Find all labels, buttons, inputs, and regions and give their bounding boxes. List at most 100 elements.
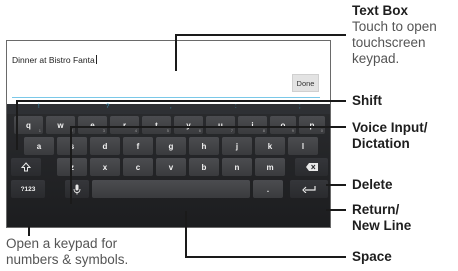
space-bar[interactable] [92, 180, 250, 198]
key-sub: 9 [291, 128, 294, 133]
microphone-icon [73, 184, 81, 194]
phone-screen: Dinner at Bistro Fanta Done ! ? , : ; q1… [6, 40, 331, 228]
text-box-value[interactable]: Dinner at Bistro Fanta [12, 55, 97, 65]
key-label: t [155, 120, 158, 130]
space-leader-horizontal [185, 256, 346, 258]
return-arrow-icon [302, 186, 316, 193]
text-box[interactable]: Dinner at Bistro Fanta Done [7, 41, 330, 104]
key-sub: 6 [198, 128, 201, 133]
key-j[interactable]: j [222, 137, 252, 155]
symbols-key-label: ?123 [20, 185, 36, 193]
key-label: i [251, 120, 254, 130]
callout-delete-label: Delete [352, 177, 393, 192]
key-d[interactable]: d [90, 137, 120, 155]
key-t[interactable]: t5 [142, 116, 171, 134]
key-h[interactable]: h [189, 137, 219, 155]
key-p[interactable]: p0 [299, 116, 325, 134]
symbols-key[interactable]: ?123 [11, 180, 45, 198]
key-f[interactable]: f [123, 137, 153, 155]
callout-return-line-1: Return/ [352, 202, 400, 217]
hint-comma[interactable]: , [170, 104, 172, 110]
key-label: e [90, 120, 95, 130]
callout-return: Return/ New Line [352, 202, 411, 234]
key-y[interactable]: y6 [174, 116, 203, 134]
key-sub: 4 [134, 128, 137, 133]
callout-text-box: Text Box Touch to open touchscreen keypa… [352, 3, 437, 67]
return-key[interactable] [290, 180, 328, 198]
key-v[interactable]: v [156, 158, 186, 176]
key-period[interactable]: . [253, 180, 283, 198]
return-leader [326, 209, 346, 211]
callout-text-box-desc-1: Touch to open [352, 19, 437, 34]
voice-leader-horizontal [70, 126, 346, 128]
textbox-leader-horizontal [175, 34, 346, 36]
symbols-leader [28, 226, 30, 236]
key-sub: 8 [262, 128, 265, 133]
key-g[interactable]: g [156, 137, 186, 155]
key-r[interactable]: r4 [110, 116, 139, 134]
key-i[interactable]: i8 [238, 116, 267, 134]
key-label: w [57, 120, 64, 130]
key-s[interactable]: s [57, 137, 87, 155]
callout-voice-line-2: Dictation [352, 136, 410, 151]
key-a[interactable]: a [24, 137, 54, 155]
text-caret [95, 55, 97, 64]
textbox-leader-vertical [175, 34, 177, 71]
space-leader-vertical [185, 211, 187, 257]
key-label: y [186, 120, 191, 130]
key-u[interactable]: u7 [206, 116, 235, 134]
hint-exclaim[interactable]: ! [38, 104, 40, 110]
callout-symbols-line-1: Open a keypad for [6, 236, 118, 251]
voice-input-key[interactable] [65, 180, 89, 198]
callout-text-box-desc-3: keypad. [352, 51, 400, 66]
keyboard-diagram: Dinner at Bistro Fanta Done ! ? , : ; q1… [0, 0, 458, 271]
callout-delete: Delete [352, 177, 393, 193]
key-sub: 1 [38, 128, 41, 133]
callout-text-box-title: Text Box [352, 3, 409, 18]
key-x[interactable]: x [90, 158, 120, 176]
backspace-icon [305, 163, 318, 171]
callout-symbols: Open a keypad for numbers & symbols. [6, 236, 128, 268]
callout-shift-label: Shift [352, 93, 382, 108]
key-q[interactable]: q1 [14, 116, 43, 134]
key-z[interactable]: z [57, 158, 87, 176]
key-label: r [122, 120, 127, 130]
hint-row: ! ? , : ; [7, 104, 330, 114]
key-o[interactable]: o9 [270, 116, 296, 134]
text-box-underline [12, 97, 320, 98]
voice-leader-vertical [70, 126, 72, 204]
hint-question[interactable]: ? [106, 104, 109, 110]
callout-space-label: Space [352, 249, 392, 264]
delete-leader [326, 184, 346, 186]
key-e[interactable]: e3 [78, 116, 107, 134]
delete-key[interactable] [295, 158, 328, 176]
callout-space: Space [352, 249, 392, 265]
key-label: u [218, 120, 223, 130]
shift-leader-horizontal [16, 100, 346, 102]
hint-semicolon[interactable]: ; [299, 104, 301, 110]
callout-shift: Shift [352, 93, 382, 109]
key-b[interactable]: b [189, 158, 219, 176]
key-sub: 7 [230, 128, 233, 133]
callout-return-line-2: New Line [352, 218, 412, 233]
key-l[interactable]: l [288, 137, 318, 155]
callout-text-box-desc-2: touchscreen [352, 35, 426, 50]
key-sub: 0 [320, 128, 323, 133]
key-m[interactable]: m [255, 158, 285, 176]
key-label: q [26, 120, 31, 130]
key-n[interactable]: n [222, 158, 252, 176]
key-label: p [309, 120, 315, 130]
key-c[interactable]: c [123, 158, 153, 176]
shift-icon [21, 162, 31, 172]
done-button[interactable]: Done [292, 74, 319, 92]
hint-colon[interactable]: : [235, 104, 237, 110]
callout-symbols-line-2: numbers & symbols. [6, 252, 129, 267]
shift-key[interactable] [11, 158, 41, 176]
text-box-text: Dinner at Bistro Fanta [12, 55, 95, 65]
key-sub: 5 [166, 128, 169, 133]
key-label: o [280, 120, 286, 130]
key-sub: 3 [102, 128, 105, 133]
shift-leader-vertical [16, 100, 18, 150]
key-k[interactable]: k [255, 137, 285, 155]
callout-voice-input: Voice Input/ Dictation [352, 120, 428, 152]
